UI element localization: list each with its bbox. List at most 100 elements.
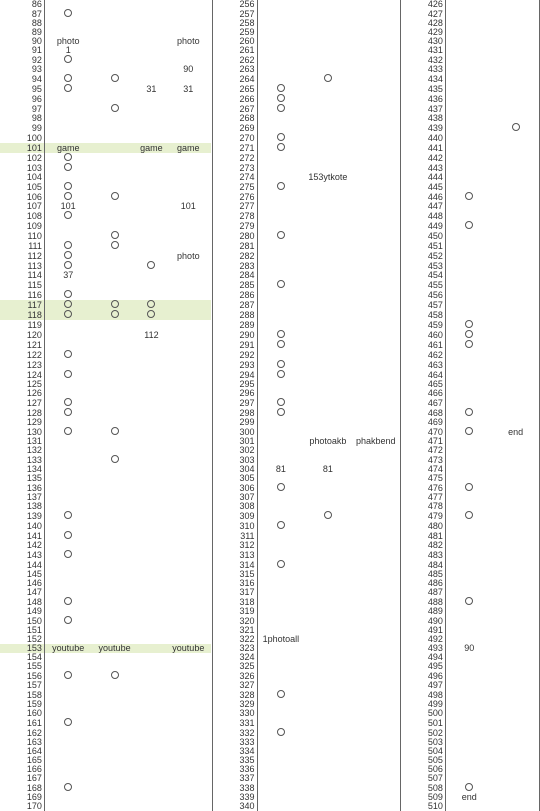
cell-C (138, 511, 165, 521)
cell-A (44, 398, 91, 408)
cell-G (352, 221, 400, 231)
table-row: 121291461 (0, 340, 540, 350)
cell-C (138, 360, 165, 370)
cell-G (352, 123, 400, 133)
cell-G: phakbend (352, 437, 400, 446)
cell-B (91, 350, 137, 360)
cell-I (492, 211, 538, 221)
cell-H (446, 94, 493, 104)
cell-C (138, 455, 165, 465)
row-number: 94 (0, 74, 44, 84)
cell-C (138, 765, 165, 774)
cell-I (492, 793, 538, 802)
cell-D (165, 28, 211, 37)
cell-F (304, 123, 352, 133)
table-row: 128298468 (0, 408, 540, 418)
cell-B (91, 502, 137, 511)
cell-C (138, 541, 165, 550)
cell-B: youtube (91, 644, 137, 653)
cell-E (257, 310, 304, 320)
cell-H (446, 626, 493, 635)
cell-D: 90 (165, 65, 211, 74)
cell-F (304, 474, 352, 483)
cell-I (492, 350, 538, 360)
table-row: 105275445 (0, 182, 540, 192)
cell-I (492, 437, 538, 446)
cell-G (352, 662, 400, 671)
row-number: 127 (0, 398, 44, 408)
cell-F (304, 550, 352, 560)
cell-C (138, 28, 165, 37)
row-number: 439 (400, 123, 444, 133)
cell-H (446, 84, 493, 94)
cell-F (304, 104, 352, 114)
cell-G (352, 0, 400, 9)
cell-D (165, 793, 211, 802)
cell-G (352, 427, 400, 437)
cell-B (91, 709, 137, 718)
row-number: 129 (0, 418, 44, 427)
cell-D (165, 398, 211, 408)
cell-G (352, 483, 400, 493)
row-number: 479 (400, 511, 444, 521)
mark-circle (277, 330, 285, 338)
row-number: 467 (400, 398, 444, 408)
cell-G (352, 182, 400, 192)
cell-D (165, 114, 211, 123)
cell-D (165, 493, 211, 502)
row-number: 429 (400, 28, 444, 37)
row-number: 283 (212, 261, 256, 271)
cell-A (44, 607, 91, 616)
cell-H (446, 192, 493, 202)
row-number: 309 (212, 511, 256, 521)
cell-E (257, 123, 304, 133)
cell-C (138, 653, 165, 662)
row-number: 99 (0, 123, 44, 133)
cell-F (304, 202, 352, 211)
cell-I (492, 163, 538, 173)
cell-B (91, 9, 137, 19)
cell-H (446, 241, 493, 251)
row-number: 488 (400, 597, 444, 607)
row-number: 464 (400, 370, 444, 380)
row-number: 132 (0, 446, 44, 455)
row-number: 432 (400, 55, 444, 65)
row-number: 123 (0, 360, 44, 370)
mark-circle (64, 370, 72, 378)
cell-G (352, 653, 400, 662)
row-number: 460 (400, 330, 444, 340)
row-number: 157 (0, 681, 44, 690)
cell-E (257, 104, 304, 114)
row-number: 326 (212, 671, 256, 681)
cell-E (257, 521, 304, 531)
cell-G (352, 493, 400, 502)
cell-G (352, 163, 400, 173)
row-number: 487 (400, 588, 444, 597)
mark-circle (64, 9, 72, 17)
table-row: 109279449 (0, 221, 540, 231)
mark-circle (277, 483, 285, 491)
cell-E (257, 802, 304, 811)
mark-circle (147, 310, 155, 318)
table-row: 125295465 (0, 380, 540, 389)
cell-I (492, 251, 538, 261)
row-number: 113 (0, 261, 44, 271)
cell-A (44, 360, 91, 370)
cell-G (352, 271, 400, 280)
cell-E (257, 765, 304, 774)
cell-A (44, 783, 91, 793)
cell-D: photo (165, 251, 211, 261)
cell-D (165, 531, 211, 541)
cell-B (91, 330, 137, 340)
row-number: 93 (0, 65, 44, 74)
cell-G (352, 700, 400, 709)
cell-E (257, 28, 304, 37)
cell-A (44, 493, 91, 502)
cell-H: end (446, 793, 493, 802)
row-number: 308 (212, 502, 256, 511)
cell-H (446, 474, 493, 483)
row-number: 103 (0, 163, 44, 173)
mark-circle (277, 521, 285, 529)
cell-C (138, 626, 165, 635)
cell-I (492, 192, 538, 202)
